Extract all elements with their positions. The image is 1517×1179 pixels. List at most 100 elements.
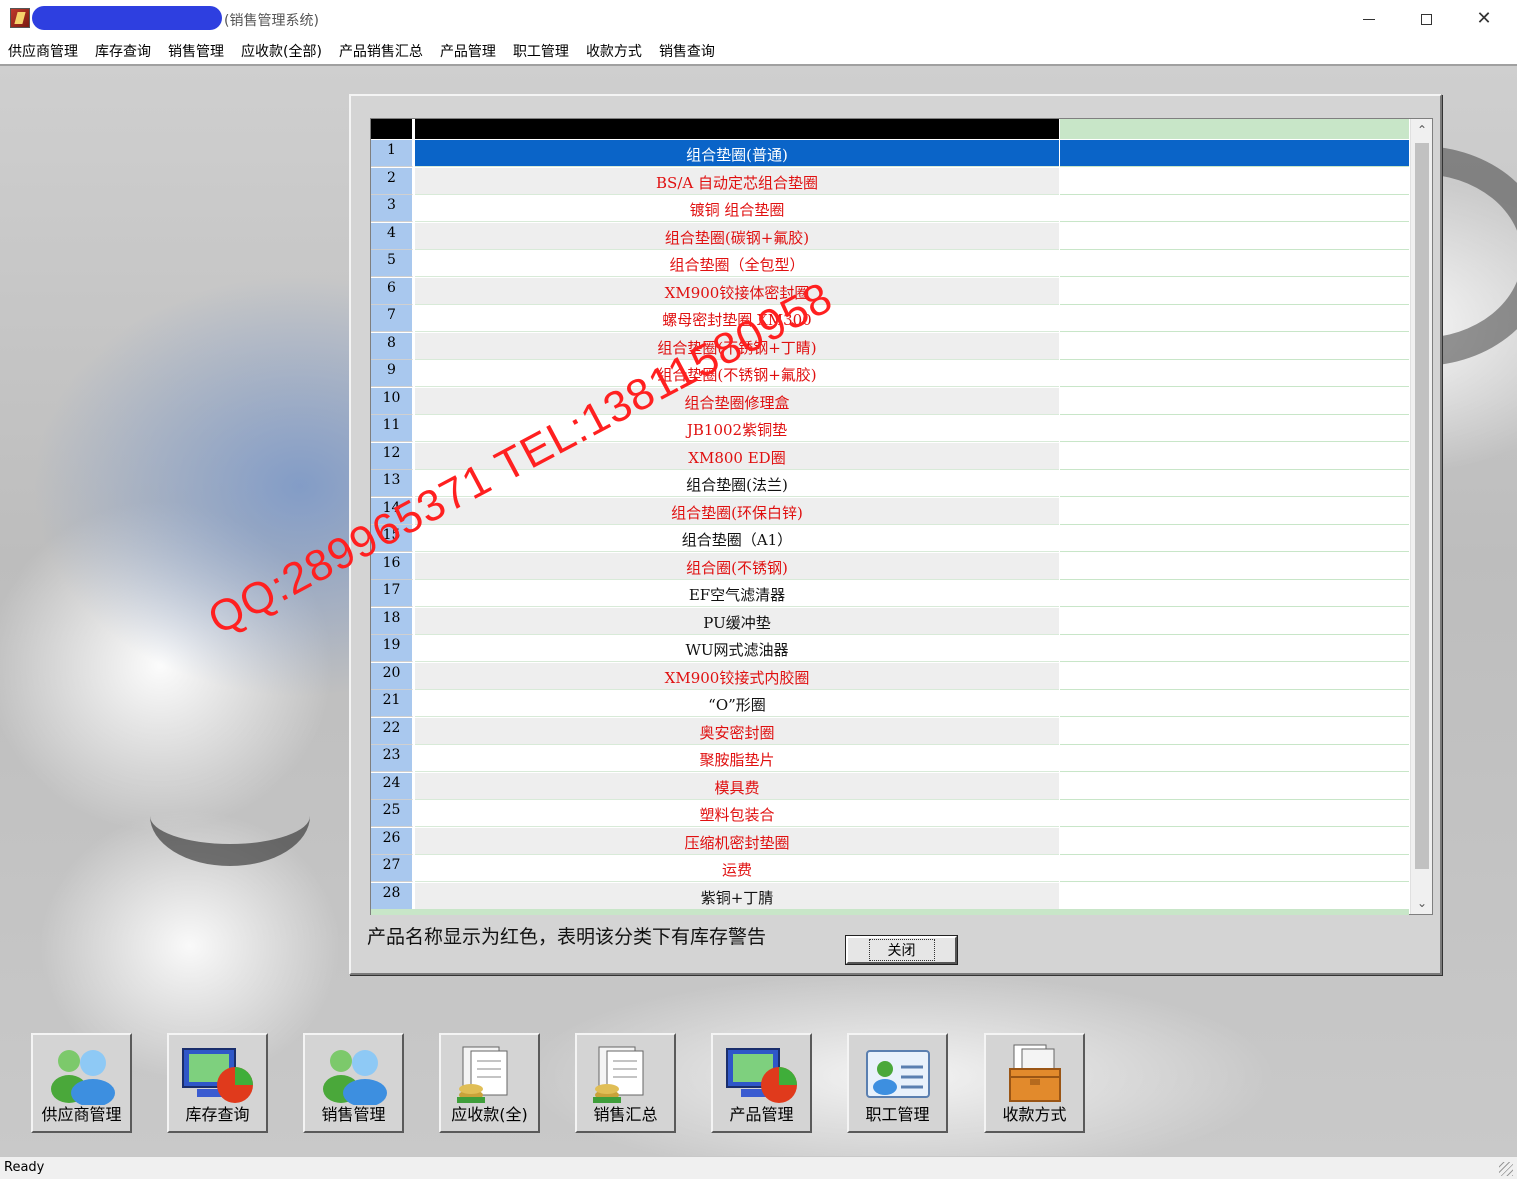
row-number[interactable]: 6 <box>371 277 413 305</box>
product-name-cell[interactable]: 组合垫圈(环保白锌) <box>415 497 1059 525</box>
toolbar-sales-button[interactable]: 销售管理 <box>303 1033 404 1133</box>
extra-cell[interactable] <box>1060 635 1409 662</box>
row-number[interactable]: 10 <box>371 387 413 415</box>
table-row[interactable]: 24 模具费 <box>371 772 1409 801</box>
menu-sales-management[interactable]: 销售管理 <box>168 41 224 61</box>
table-row[interactable]: 17 EF空气滤清器 <box>371 580 1409 608</box>
menu-product-management[interactable]: 产品管理 <box>440 41 496 61</box>
toolbar-inventory-button[interactable]: 库存查询 <box>167 1033 268 1133</box>
table-row[interactable]: 10 组合垫圈修理盒 <box>371 387 1409 416</box>
row-number[interactable]: 20 <box>371 662 413 690</box>
extra-cell[interactable] <box>1060 415 1409 442</box>
extra-cell[interactable] <box>1060 223 1409 250</box>
row-number[interactable]: 5 <box>371 250 413 277</box>
row-number[interactable]: 27 <box>371 855 413 882</box>
product-name-cell[interactable]: 紫铜+丁腈 <box>415 882 1059 910</box>
extra-cell[interactable] <box>1060 553 1409 580</box>
product-name-cell[interactable]: 奥安密封圈 <box>415 717 1059 745</box>
extra-cell[interactable] <box>1060 305 1409 332</box>
extra-cell[interactable] <box>1060 333 1409 360</box>
extra-cell[interactable] <box>1060 663 1409 690</box>
menu-sales-query[interactable]: 销售查询 <box>659 41 715 61</box>
extra-cell[interactable] <box>1060 883 1409 910</box>
product-name-cell[interactable]: EF空气滤清器 <box>415 580 1059 607</box>
row-number[interactable]: 25 <box>371 800 413 827</box>
extra-cell[interactable] <box>1060 608 1409 635</box>
table-row[interactable]: 4 组合垫圈(碳钢+氟胶) <box>371 222 1409 251</box>
grid-corner-header[interactable] <box>371 119 413 139</box>
extra-cell[interactable] <box>1060 800 1409 827</box>
table-row[interactable]: 28 紫铜+丁腈 <box>371 882 1409 911</box>
extra-cell[interactable] <box>1060 140 1409 167</box>
row-number[interactable]: 24 <box>371 772 413 800</box>
table-row[interactable]: 15 组合垫圈（A1） <box>371 525 1409 553</box>
table-row[interactable]: 9 组合垫圈(不锈钢+氟胶) <box>371 360 1409 388</box>
extra-cell[interactable] <box>1060 250 1409 277</box>
product-name-cell[interactable]: 组合垫圈（全包型） <box>415 250 1059 277</box>
extra-cell[interactable] <box>1060 855 1409 882</box>
row-number[interactable]: 18 <box>371 607 413 635</box>
product-name-cell[interactable]: 组合垫圈（A1） <box>415 525 1059 552</box>
table-row[interactable]: 25 塑料包装合 <box>371 800 1409 828</box>
extra-cell[interactable] <box>1060 773 1409 800</box>
product-name-cell[interactable]: PU缓冲垫 <box>415 607 1059 635</box>
product-name-cell[interactable]: 组合圈(不锈钢) <box>415 552 1059 580</box>
row-number[interactable]: 28 <box>371 882 413 910</box>
toolbar-payment-button[interactable]: 收款方式 <box>984 1033 1085 1133</box>
menu-staff-management[interactable]: 职工管理 <box>513 41 569 61</box>
table-row[interactable]: 16 组合圈(不锈钢) <box>371 552 1409 581</box>
row-number[interactable]: 22 <box>371 717 413 745</box>
row-number[interactable]: 9 <box>371 360 413 387</box>
extra-cell[interactable] <box>1060 278 1409 305</box>
product-name-cell[interactable]: XM900铰接体密封圈 <box>415 277 1059 305</box>
row-number[interactable]: 11 <box>371 415 413 442</box>
row-number[interactable]: 12 <box>371 442 413 470</box>
extra-cell[interactable] <box>1060 470 1409 497</box>
app-icon[interactable] <box>10 8 30 28</box>
extra-cell[interactable] <box>1060 168 1409 195</box>
extra-cell[interactable] <box>1060 828 1409 855</box>
table-row[interactable]: 22 奥安密封圈 <box>371 717 1409 746</box>
row-number[interactable]: 21 <box>371 690 413 717</box>
table-row[interactable]: 18 PU缓冲垫 <box>371 607 1409 636</box>
toolbar-supplier-button[interactable]: 供应商管理 <box>31 1033 132 1133</box>
toolbar-product-button[interactable]: 产品管理 <box>711 1033 812 1133</box>
column-header-name[interactable] <box>415 119 1059 139</box>
table-row[interactable]: 20 XM900铰接式内胶圈 <box>371 662 1409 691</box>
table-row[interactable]: 2 BS/A 自动定芯组合垫圈 <box>371 167 1409 196</box>
product-name-cell[interactable]: 镀铜 组合垫圈 <box>415 195 1059 222</box>
extra-cell[interactable] <box>1060 690 1409 717</box>
scroll-up-button[interactable]: ⌃ <box>1411 119 1433 141</box>
table-row[interactable]: 3 镀铜 组合垫圈 <box>371 195 1409 223</box>
row-number[interactable]: 4 <box>371 222 413 250</box>
row-number[interactable]: 2 <box>371 167 413 195</box>
table-row[interactable]: 1 组合垫圈(普通) <box>371 140 1409 168</box>
product-name-cell[interactable]: WU网式滤油器 <box>415 635 1059 662</box>
extra-cell[interactable] <box>1060 745 1409 772</box>
table-row[interactable]: 7 螺母密封垫圈 XM300 <box>371 305 1409 333</box>
extra-cell[interactable] <box>1060 443 1409 470</box>
menu-supplier-management[interactable]: 供应商管理 <box>8 41 78 61</box>
extra-cell[interactable] <box>1060 525 1409 552</box>
scroll-thumb[interactable] <box>1415 143 1429 869</box>
product-name-cell[interactable]: 压缩机密封垫圈 <box>415 827 1059 855</box>
table-row[interactable]: 8 组合垫圈(不锈钢+丁睛) <box>371 332 1409 361</box>
row-number[interactable]: 23 <box>371 745 413 772</box>
vertical-scrollbar[interactable]: ⌃ ⌄ <box>1410 119 1432 914</box>
row-number[interactable]: 17 <box>371 580 413 607</box>
extra-cell[interactable] <box>1060 718 1409 745</box>
product-name-cell[interactable]: 组合垫圈(普通) <box>415 140 1059 167</box>
extra-cell[interactable] <box>1060 388 1409 415</box>
product-name-cell[interactable]: XM900铰接式内胶圈 <box>415 662 1059 690</box>
table-row[interactable]: 6 XM900铰接体密封圈 <box>371 277 1409 306</box>
resize-grip-icon[interactable] <box>1499 1162 1513 1176</box>
close-dialog-button[interactable]: 关闭 <box>845 935 958 965</box>
extra-cell[interactable] <box>1060 498 1409 525</box>
menu-inventory-query[interactable]: 库存查询 <box>95 41 151 61</box>
menu-product-sales-summary[interactable]: 产品销售汇总 <box>339 41 423 61</box>
row-number[interactable]: 3 <box>371 195 413 222</box>
row-number[interactable]: 1 <box>371 140 413 167</box>
product-name-cell[interactable]: 组合垫圈修理盒 <box>415 387 1059 415</box>
table-row[interactable]: 26 压缩机密封垫圈 <box>371 827 1409 856</box>
product-name-cell[interactable]: 组合垫圈(碳钢+氟胶) <box>415 222 1059 250</box>
